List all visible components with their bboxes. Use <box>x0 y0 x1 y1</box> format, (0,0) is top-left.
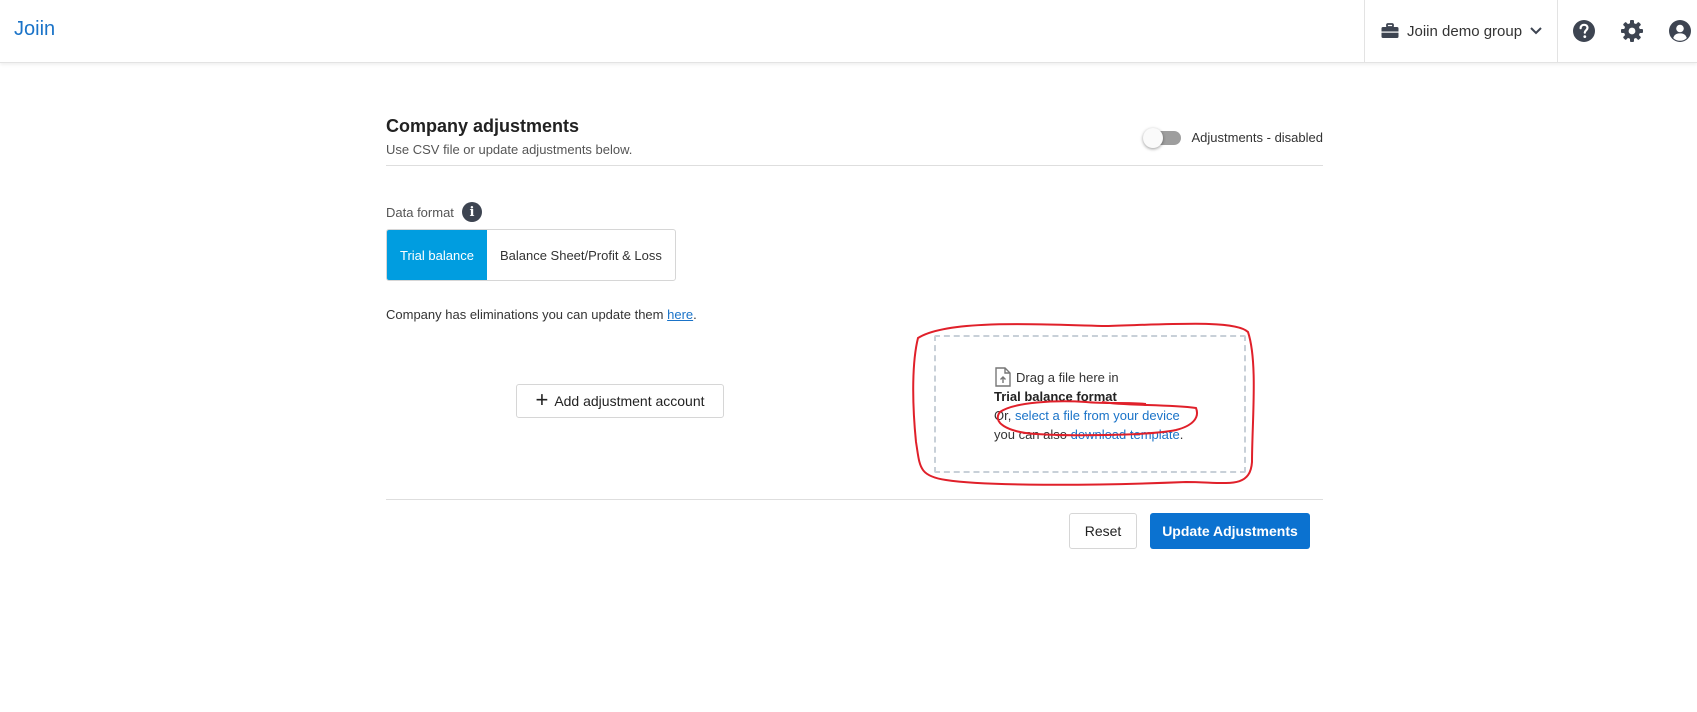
plus-icon: + <box>535 387 549 412</box>
file-upload-icon <box>995 367 1011 387</box>
add-adjustment-label: Add adjustment account <box>554 393 705 409</box>
group-name: Joiin demo group <box>1407 22 1523 40</box>
eliminations-link[interactable]: here <box>667 307 693 322</box>
update-adjustments-button[interactable]: Update Adjustments <box>1150 513 1310 549</box>
format-option-balance-sheet-pl[interactable]: Balance Sheet/Profit & Loss <box>487 230 675 280</box>
eliminations-notice: Company has eliminations you can update … <box>386 307 697 322</box>
adjustments-panel: Company adjustments Use CSV file or upda… <box>386 62 1323 582</box>
page-subtitle: Use CSV file or update adjustments below… <box>386 142 633 157</box>
reset-button[interactable]: Reset <box>1069 513 1137 549</box>
eliminations-text: Company has eliminations you can update … <box>386 307 668 322</box>
download-template-link[interactable]: download template <box>1071 427 1180 442</box>
data-format-label-row: Data format i <box>386 202 482 222</box>
account-icon[interactable] <box>1668 19 1692 43</box>
page-title: Company adjustments <box>386 116 580 136</box>
briefcase-icon <box>1381 23 1399 38</box>
header-divider <box>386 165 1323 166</box>
file-dropzone[interactable]: Drag a file here in Trial balance format… <box>934 335 1246 473</box>
dropzone-also-prefix: you can also <box>994 427 1071 442</box>
eliminations-suffix: . <box>693 307 697 322</box>
dropzone-line1: Drag a file here in <box>1016 369 1119 385</box>
format-option-trial-balance[interactable]: Trial balance <box>387 230 487 280</box>
toggle-knob <box>1143 127 1164 148</box>
adjustments-toggle[interactable] <box>1143 127 1182 148</box>
dropzone-or-prefix: Or, <box>994 408 1015 423</box>
data-format-selector: Trial balance Balance Sheet/Profit & Los… <box>386 229 676 281</box>
top-navigation-bar: Joiin Joiin demo group <box>0 0 1697 63</box>
dropzone-format: Trial balance format <box>994 389 1117 404</box>
dropzone-template-row: you can also download template. <box>994 425 1183 444</box>
dropzone-instructions: Drag a file here in Trial balance format… <box>994 367 1183 444</box>
gear-icon[interactable] <box>1620 19 1644 43</box>
data-format-label: Data format <box>386 204 454 220</box>
toggle-label: Adjustments - disabled <box>1191 130 1323 145</box>
adjustments-toggle-group: Adjustments - disabled <box>1143 127 1323 148</box>
select-file-link[interactable]: select a file from your device <box>1015 408 1180 423</box>
footer-divider <box>386 499 1323 500</box>
info-icon[interactable]: i <box>461 202 482 222</box>
chevron-down-icon <box>1530 27 1542 35</box>
dropzone-template-suffix: . <box>1179 427 1184 442</box>
add-adjustment-account-button[interactable]: + Add adjustment account <box>516 384 724 418</box>
help-icon[interactable] <box>1572 19 1596 43</box>
group-selector[interactable]: Joiin demo group <box>1364 0 1558 62</box>
dropzone-select-row: Or, select a file from your device <box>994 406 1183 425</box>
brand-logo[interactable]: Joiin <box>14 18 55 41</box>
